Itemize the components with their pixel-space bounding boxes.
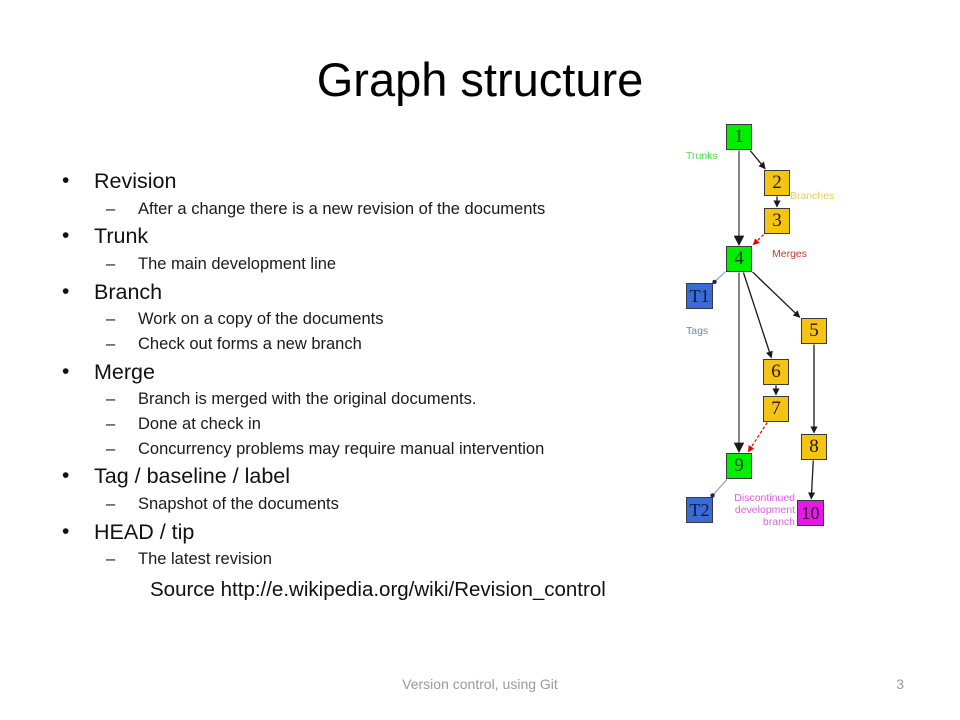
bullet-label: Tag / baseline / label [94,464,291,489]
graph-edge-n1-n2 [749,150,766,170]
lbl-merges: Merges [772,248,808,260]
source-link-text: Source http://e.wikipedia.org/wiki/Revis… [150,578,606,601]
graph-node-t2: T2 [686,497,713,523]
sub-bullet-marker-icon: – [106,199,116,218]
page-title: Graph structure [316,53,644,106]
graph-node-6: 6 [763,359,789,385]
lbl-discontinued: Discontinued development branch [734,492,795,528]
slide-footer: Version control, using Git 3 [0,676,960,698]
footer-title: Version control, using Git [402,676,558,692]
sub-bullet-marker-icon: – [106,334,116,353]
bullet-item: • HEAD / tip [56,517,676,548]
sub-bullet-label: After a change there is a new revision o… [138,199,546,218]
sub-bullet-marker-icon: – [106,439,116,458]
bullet-list: • Revision – After a change there is a new … [56,166,676,572]
bullet-label: Branch [94,279,163,304]
graph-node-1: 1 [726,124,752,150]
graph-node-4: 4 [726,246,752,272]
graph-node-t1: T1 [686,283,713,309]
sub-bullet-label: The latest revision [138,550,272,569]
bullet-label: Trunk [94,224,149,249]
sub-bullet-marker-icon: – [106,550,116,569]
footer-page-number: 3 [896,676,904,692]
graph-node-8: 8 [801,434,827,460]
graph-node-10: 10 [797,500,824,526]
bullet-label: Merge [94,359,155,384]
graph-node-5: 5 [801,318,827,344]
sub-bullet-marker-icon: – [106,390,116,409]
graph-node-7: 7 [763,396,789,422]
sub-bullet-item: – Branch is merged with the original docu… [56,387,676,412]
bullet-marker-icon: • [62,464,70,488]
bullet-item: • Branch [56,277,676,308]
bullet-marker-icon: • [62,519,70,543]
lbl-trunks: Trunks [686,150,718,162]
sub-bullet-item: – Done at check in [56,412,676,437]
bullet-label: HEAD / tip [94,519,195,544]
sub-bullet-label: Concurrency problems may require manual … [138,439,545,458]
sub-bullet-item: – Work on a copy of the documents [56,307,676,332]
bullet-marker-icon: • [62,169,70,192]
bullet-marker-icon: • [62,359,70,383]
bullet-marker-icon: • [62,279,70,303]
sub-bullet-label: Work on a copy of the documents [138,310,384,329]
lbl-branches: Branches [790,190,835,202]
sub-bullet-label: The main development line [138,254,337,273]
graph-edge-n4-n5 [752,271,801,318]
sub-bullet-item: – Concurrency problems may require manual… [56,437,676,462]
sub-bullet-label: Snapshot of the documents [138,494,339,513]
sub-bullet-marker-icon: – [106,414,116,433]
revision-graph-diagram: 1 2 3 4 T1 5 6 7 8 9 T2 10 Trunks Branches Merges Tags D… [670,110,870,540]
lbl-tags: Tags [686,325,709,337]
sub-bullet-item: – After a change there is a new revision … [56,197,676,222]
graph-edge-n4-t1 [712,271,726,285]
graph-edge-n3-n4 [752,234,764,246]
graph-node-9: 9 [726,453,752,479]
sub-bullet-item: – Snapshot of the documents [56,492,676,517]
sub-bullet-label: Done at check in [138,414,261,433]
bullet-item: • Tag / baseline / label [56,461,676,492]
bullet-item: • Trunk [56,221,676,252]
bullet-item: • Merge [56,357,676,388]
graph-node-3: 3 [764,208,790,234]
sub-bullet-item: – The latest revision [56,547,676,572]
sub-bullet-marker-icon: – [106,310,116,329]
sub-bullet-label: Check out forms a new branch [138,334,362,353]
edge-layer [710,150,818,500]
sub-bullet-item: – The main development line [56,252,676,277]
graph-edge-n8-n10 [808,460,816,500]
bullet-label: Revision [94,169,177,193]
sub-bullet-label: Branch is merged with the original docum… [138,390,477,409]
graph-edge-n7-n9 [747,422,768,453]
bullet-item: • Revision [56,166,676,197]
graph-node-2: 2 [764,170,790,196]
bullet-marker-icon: • [62,224,70,248]
sub-bullet-marker-icon: – [106,254,116,273]
sub-bullet-item: – Check out forms a new branch [56,332,676,357]
sub-bullet-marker-icon: – [106,494,116,513]
